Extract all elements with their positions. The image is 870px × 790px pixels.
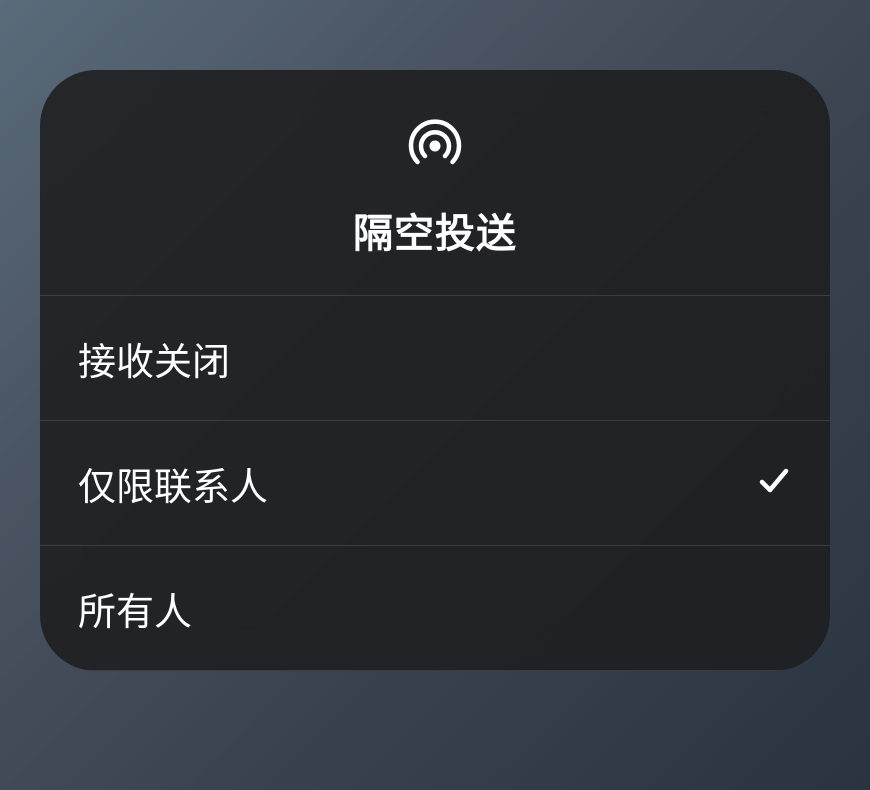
panel-header: 隔空投送 <box>40 70 830 296</box>
airdrop-settings-panel: 隔空投送 接收关闭 仅限联系人 所有人 <box>40 70 830 671</box>
option-receiving-off[interactable]: 接收关闭 <box>40 296 830 421</box>
panel-title: 隔空投送 <box>353 201 517 259</box>
checkmark-icon <box>756 463 792 504</box>
option-label: 仅限联系人 <box>78 456 268 511</box>
option-everyone[interactable]: 所有人 <box>40 546 830 671</box>
option-label: 所有人 <box>78 581 192 636</box>
option-list: 接收关闭 仅限联系人 所有人 <box>40 296 830 671</box>
option-label: 接收关闭 <box>78 331 230 386</box>
option-contacts-only[interactable]: 仅限联系人 <box>40 421 830 546</box>
airdrop-icon <box>403 110 467 179</box>
